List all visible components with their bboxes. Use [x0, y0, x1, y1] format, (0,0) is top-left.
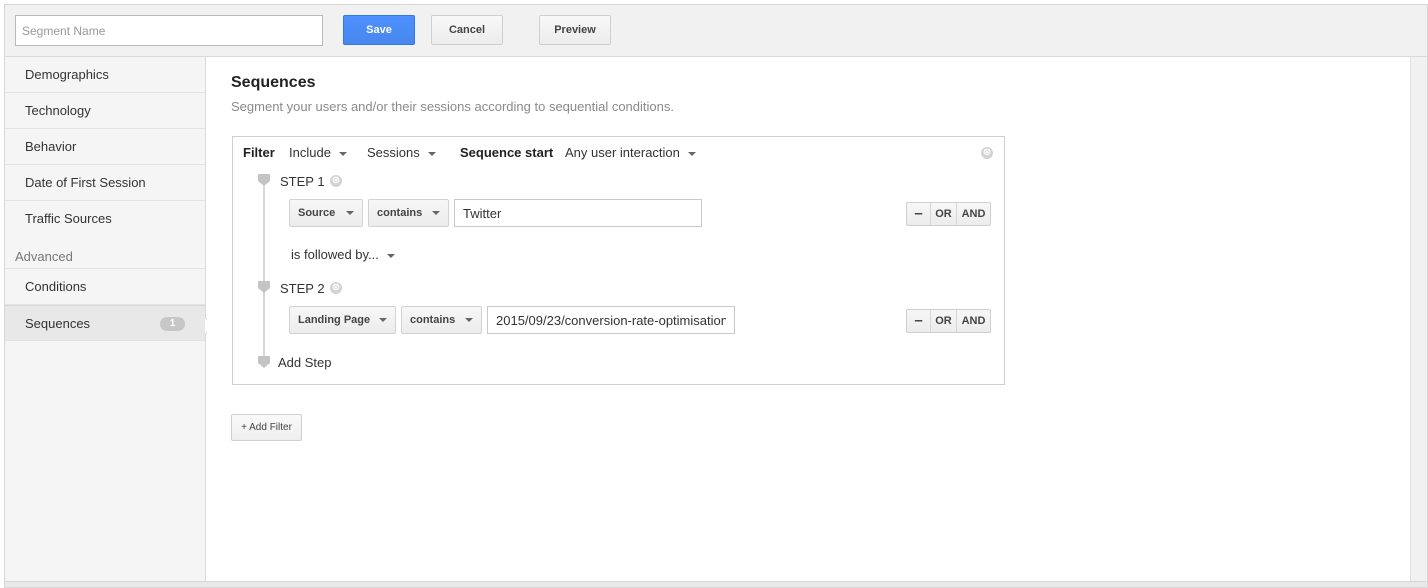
and-button[interactable]: AND: [957, 310, 990, 332]
chevron-down-icon: [386, 253, 395, 258]
sidebar-item-sequences[interactable]: Sequences 1: [5, 305, 205, 341]
remove-step-1-icon[interactable]: ⊗: [330, 175, 342, 187]
remove-filter-icon[interactable]: ⊗: [981, 147, 993, 159]
step-2-dimension-dropdown[interactable]: Landing Page: [289, 306, 396, 334]
page-title: Sequences: [231, 74, 316, 91]
chevron-down-icon: [465, 318, 473, 322]
sidebar-item-behavior[interactable]: Behavior: [5, 129, 205, 165]
sidebar-heading-advanced: Advanced: [5, 237, 205, 269]
include-value: Include: [289, 145, 331, 160]
include-dropdown[interactable]: Include: [289, 145, 347, 160]
sequence-filter: Filter Include Sessions Sequence start A…: [232, 136, 1005, 385]
operator-value: contains: [377, 207, 423, 219]
operator-value: contains: [410, 314, 456, 326]
count-badge: 1: [160, 317, 185, 331]
sequence-start-label: Sequence start: [460, 145, 554, 160]
step-1-operator-dropdown[interactable]: contains: [368, 199, 449, 227]
sidebar-item-technology[interactable]: Technology: [5, 93, 205, 129]
remove-condition-button[interactable]: –: [907, 203, 931, 225]
step-marker-icon: [258, 281, 270, 293]
sequence-start-value: Any user interaction: [565, 145, 680, 160]
followed-by-dropdown[interactable]: is followed by...: [291, 247, 395, 262]
page-subtitle: Segment your users and/or their sessions…: [231, 99, 674, 114]
step-timeline: [263, 179, 265, 362]
main-panel: Sequences Segment your users and/or thei…: [207, 57, 1427, 587]
sidebar-item-conditions[interactable]: Conditions: [5, 269, 205, 305]
save-button[interactable]: Save: [343, 15, 415, 45]
cancel-button[interactable]: Cancel: [431, 15, 503, 45]
step-2-label: STEP 2: [280, 281, 325, 296]
preview-button[interactable]: Preview: [539, 15, 611, 45]
step-marker-icon: [258, 356, 270, 368]
sidebar-item-demographics[interactable]: Demographics: [5, 57, 205, 93]
sidebar: Demographics Technology Behavior Date of…: [5, 57, 206, 587]
filter-label: Filter: [243, 145, 275, 160]
step-1-logic-buttons: – OR AND: [906, 202, 991, 226]
chevron-down-icon: [379, 318, 387, 322]
step-2-logic-buttons: – OR AND: [906, 309, 991, 333]
chevron-down-icon: [687, 151, 696, 156]
chevron-down-icon: [432, 211, 440, 215]
step-1-value-input[interactable]: [454, 199, 702, 227]
dimension-value: Landing Page: [298, 314, 371, 326]
segment-name-input[interactable]: [15, 15, 323, 46]
bottom-bar: [5, 581, 1427, 587]
step-marker-icon: [258, 174, 270, 186]
add-filter-button[interactable]: + Add Filter: [231, 414, 302, 441]
sidebar-item-label: Sequences: [25, 316, 91, 331]
sidebar-item-date-of-first-session[interactable]: Date of First Session: [5, 165, 205, 201]
step-1-dimension-dropdown[interactable]: Source: [289, 199, 363, 227]
or-button[interactable]: OR: [931, 310, 957, 332]
remove-step-2-icon[interactable]: ⊗: [330, 282, 342, 294]
or-button[interactable]: OR: [931, 203, 957, 225]
and-button[interactable]: AND: [957, 203, 990, 225]
step-1-label: STEP 1: [280, 174, 325, 189]
scope-dropdown[interactable]: Sessions: [367, 145, 436, 160]
remove-condition-button[interactable]: –: [907, 310, 931, 332]
sequence-start-dropdown[interactable]: Any user interaction: [565, 145, 696, 160]
chevron-down-icon: [346, 211, 354, 215]
dimension-value: Source: [298, 207, 336, 219]
sidebar-item-traffic-sources[interactable]: Traffic Sources: [5, 201, 205, 237]
add-step-link[interactable]: Add Step: [278, 355, 332, 370]
followed-by-value: is followed by...: [291, 247, 379, 262]
segment-editor: Save Cancel Preview Demographics Technol…: [4, 4, 1428, 588]
chevron-down-icon: [427, 151, 436, 156]
vertical-scrollbar[interactable]: [1410, 57, 1427, 587]
step-2-value-input[interactable]: [487, 306, 735, 334]
toolbar: Save Cancel Preview: [5, 5, 1427, 57]
chevron-down-icon: [338, 151, 347, 156]
step-2-operator-dropdown[interactable]: contains: [401, 306, 482, 334]
scope-value: Sessions: [367, 145, 420, 160]
